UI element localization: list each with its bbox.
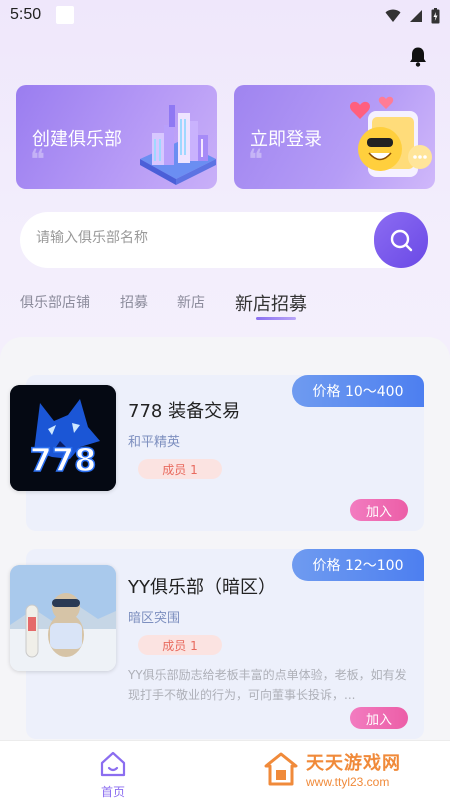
active-tab-indicator — [256, 317, 296, 320]
notification-bell-icon[interactable] — [408, 46, 428, 72]
status-bar: 5:50 — [0, 0, 450, 32]
club-title: 778 装备交易 — [128, 401, 241, 422]
status-time: 5:50 — [10, 6, 42, 23]
club-card[interactable]: 778 价格 10～400 778 装备交易 和平精英 成员 1 加入 — [10, 375, 424, 531]
bottom-navigation: 首页 天天游戏网 www.ttyl23.com — [0, 740, 450, 800]
club-card[interactable]: 价格 12～100 YY俱乐部（暗区） 暗区突围 成员 1 YY俱乐部励志给老板… — [10, 549, 424, 739]
quote-mark-icon: ❝ — [30, 143, 46, 176]
price-tag: 价格 10～400 — [292, 375, 424, 407]
club-list: 778 价格 10～400 778 装备交易 和平精英 成员 1 加入 价格 1… — [0, 337, 450, 740]
watermark-logo-icon — [264, 752, 298, 786]
tab-club-shops[interactable]: 俱乐部店铺 — [20, 292, 90, 312]
tab-new-shop-recruit[interactable]: 新店招募 — [235, 290, 307, 316]
bear-snowboard-image — [10, 565, 116, 671]
join-button[interactable]: 加入 — [350, 707, 408, 729]
watermark-url: www.ttyl23.com — [306, 775, 390, 789]
create-club-label: 创建俱乐部 — [32, 129, 122, 150]
login-banner[interactable]: 立即登录 ❝ — [234, 85, 435, 189]
search-bar — [20, 212, 428, 268]
category-tabs: 俱乐部店铺 招募 新店 新店招募 — [20, 290, 440, 324]
search-icon — [390, 229, 413, 252]
emoji-phone-illustration — [350, 96, 432, 177]
watermark-title: 天天游戏网 — [306, 753, 401, 774]
price-tag: 价格 12～100 — [292, 549, 424, 581]
nav-home-label: 首页 — [100, 785, 125, 799]
nav-home[interactable]: 首页 — [92, 751, 134, 800]
club-thumbnail-bear — [10, 565, 116, 671]
join-button[interactable]: 加入 — [350, 499, 408, 521]
member-count-badge: 成员 1 — [138, 635, 222, 655]
search-button[interactable] — [374, 212, 428, 268]
wifi-icon — [385, 9, 401, 22]
club-game: 和平精英 — [128, 435, 181, 450]
tab-new-shops[interactable]: 新店 — [177, 292, 205, 312]
status-icons — [385, 8, 440, 24]
notification-icon — [56, 6, 74, 24]
club-description: YY俱乐部励志给老板丰富的点单体验，老板，如有发现打手不敬业的行为，可向董事长投… — [128, 668, 407, 702]
wolf-logo-image: 778 — [10, 385, 116, 491]
tab-recruit[interactable]: 招募 — [120, 292, 148, 312]
signal-icon — [410, 10, 422, 22]
svg-text:778: 778 — [30, 441, 97, 479]
battery-icon — [431, 8, 440, 24]
search-input[interactable] — [36, 230, 366, 246]
home-icon — [100, 751, 126, 777]
quote-mark-icon: ❝ — [248, 143, 264, 176]
city-buildings-illustration — [140, 105, 216, 185]
site-watermark: 天天游戏网 www.ttyl23.com — [262, 749, 401, 789]
club-title: YY俱乐部（暗区） — [128, 577, 276, 598]
member-count-badge: 成员 1 — [138, 459, 222, 479]
create-club-banner[interactable]: 创建俱乐部 ❝ — [16, 85, 217, 189]
club-game: 暗区突围 — [128, 611, 181, 626]
club-thumbnail-wolf: 778 — [10, 385, 116, 491]
